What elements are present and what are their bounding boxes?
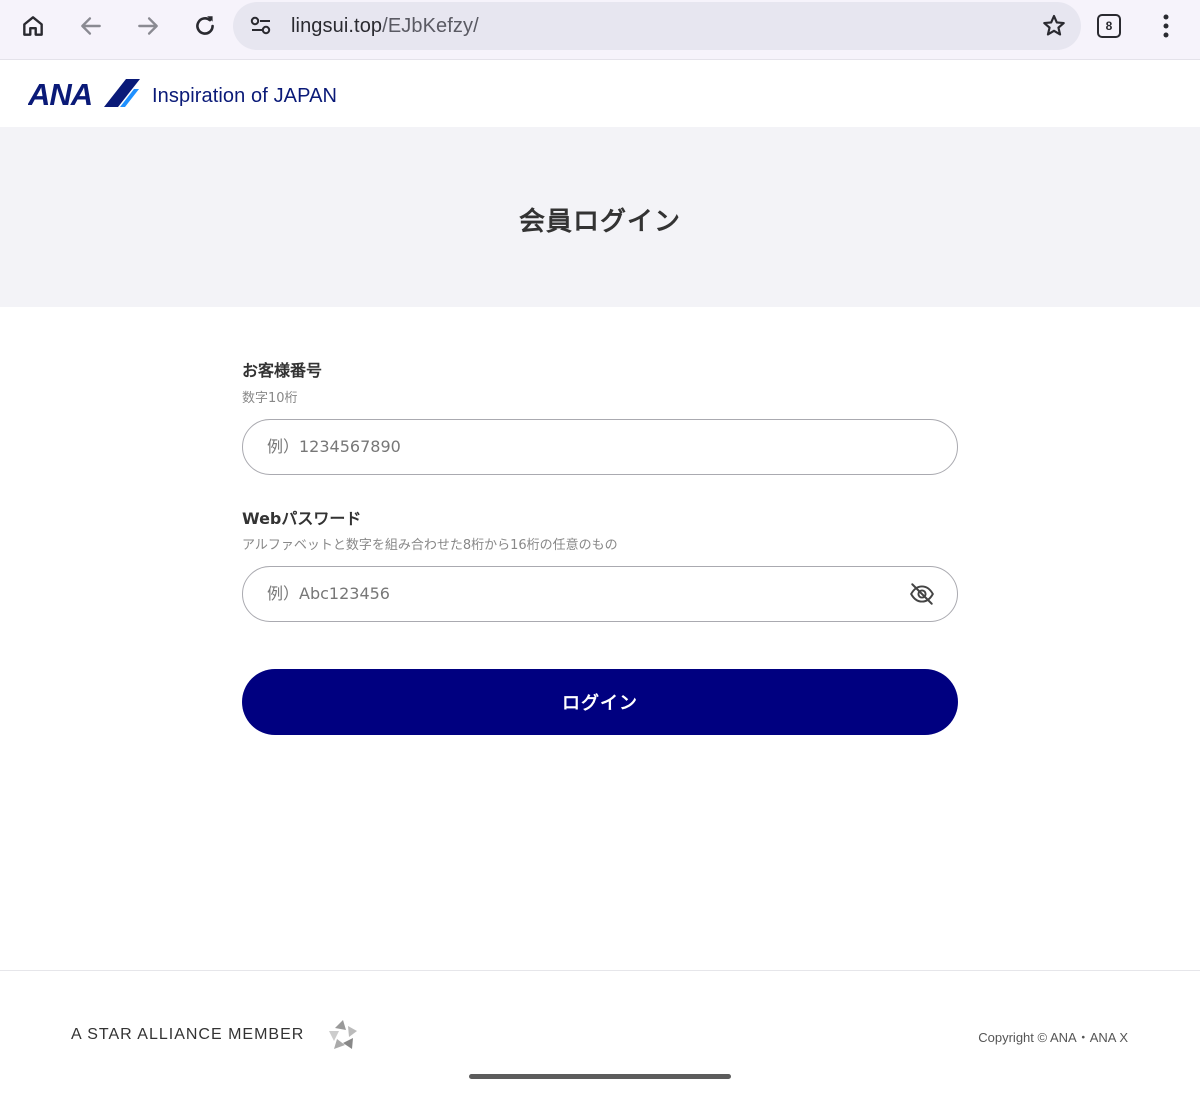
password-help: アルファベットと数字を組み合わせた8桁から16桁の任意のもの <box>242 538 618 553</box>
customer-number-help: 数字10桁 <box>242 391 298 406</box>
footer-divider <box>0 970 1200 971</box>
site-settings-icon[interactable] <box>249 15 273 37</box>
address-bar[interactable]: lingsui.top/EJbKefzy/ <box>233 2 1081 50</box>
url-path: /EJbKefzy/ <box>382 15 479 37</box>
customer-number-label: お客様番号 <box>242 361 323 380</box>
ana-logo[interactable]: ANA <box>27 77 140 112</box>
tagline: Inspiration of JAPAN <box>152 85 338 107</box>
url-host: lingsui.top <box>291 15 383 37</box>
reload-icon[interactable] <box>181 6 229 46</box>
site-header: ANA Inspiration of JAPAN <box>0 61 1200 127</box>
customer-number-field[interactable] <box>242 419 958 475</box>
bookmark-star-icon[interactable] <box>1041 13 1067 39</box>
password-label: Webパスワード <box>242 509 362 528</box>
more-menu-icon[interactable] <box>1154 12 1178 40</box>
copyright-text: Copyright © ANA・ANA X <box>978 1030 1128 1045</box>
forward-arrow-icon[interactable] <box>124 6 172 46</box>
back-arrow-icon[interactable] <box>67 6 115 46</box>
star-alliance-text: A STAR ALLIANCE MEMBER <box>71 1026 305 1043</box>
title-band: 会員ログイン <box>0 127 1200 307</box>
login-button[interactable]: ログイン <box>242 669 958 735</box>
star-alliance-logo-icon <box>326 1018 360 1052</box>
password-field[interactable] <box>242 566 958 622</box>
home-icon[interactable] <box>9 6 57 46</box>
page-title: 会員ログイン <box>518 207 681 237</box>
logo-text: ANA <box>28 77 92 109</box>
toggle-password-visibility-icon[interactable] <box>909 581 935 607</box>
password-input[interactable] <box>267 567 887 620</box>
customer-number-input[interactable] <box>267 420 887 473</box>
tab-switcher-button[interactable]: 8 <box>1097 14 1121 38</box>
gesture-home-indicator[interactable] <box>469 1074 731 1079</box>
url-text[interactable]: lingsui.top/EJbKefzy/ <box>291 15 479 38</box>
browser-toolbar: lingsui.top/EJbKefzy/ 8 <box>0 0 1200 60</box>
